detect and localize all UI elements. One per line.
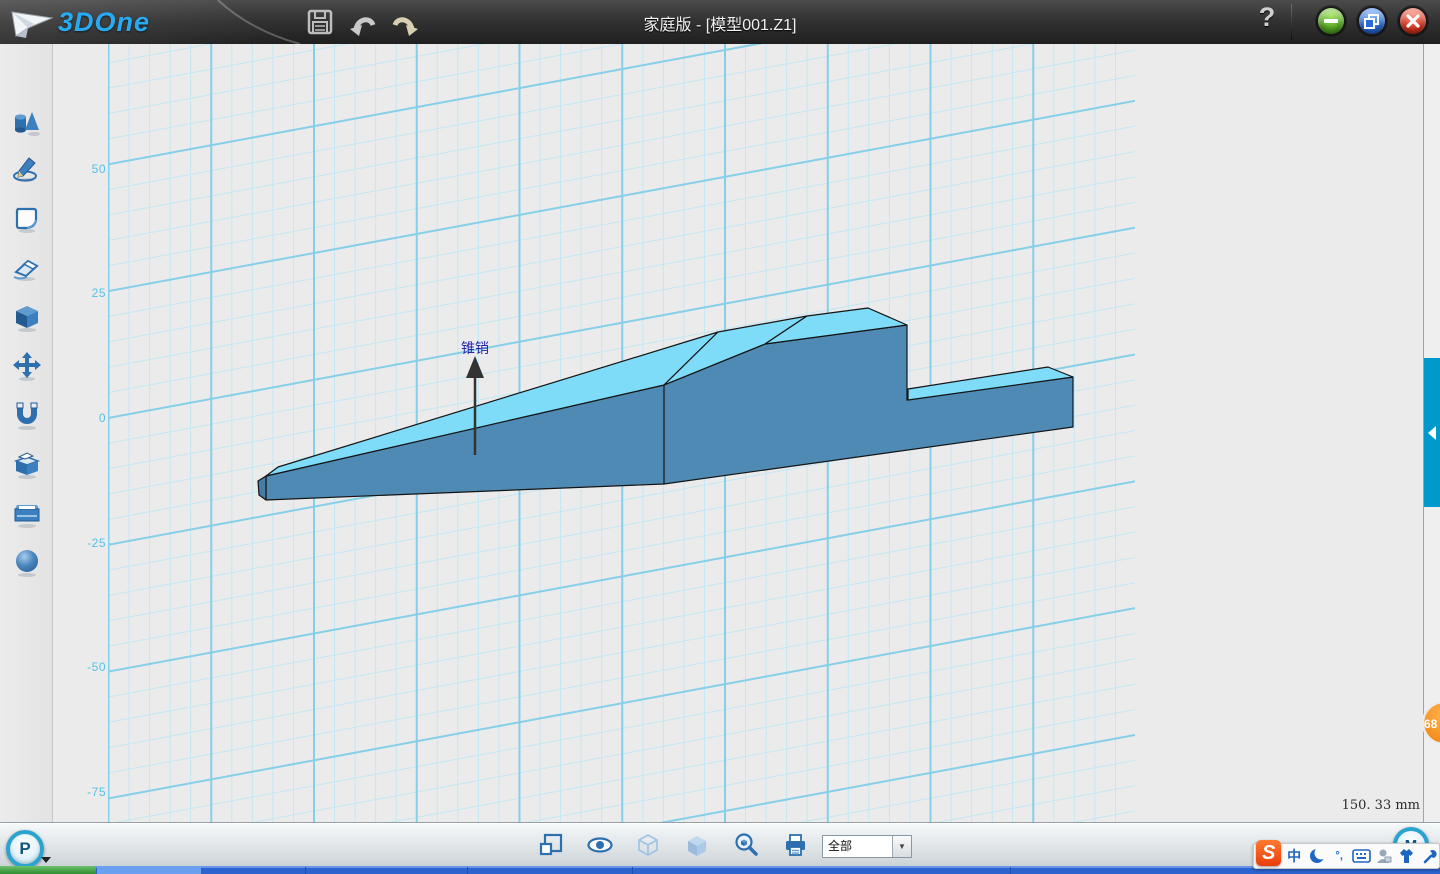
minimize-icon: [1318, 8, 1344, 34]
app-window: 3DOne 家庭版 - [模型001.Z1] ?: [0, 0, 1440, 874]
taskbar-separator: [305, 867, 306, 874]
combobox-dropdown-button[interactable]: ▼: [892, 836, 911, 857]
ruler-label: 50: [72, 162, 106, 176]
filter-combobox[interactable]: 全部 ▼: [822, 835, 912, 858]
ime-toolbar: S 中 °,: [1253, 843, 1440, 869]
punctuation-toggle[interactable]: °,: [1329, 846, 1349, 866]
sketch-draw-icon[interactable]: [11, 154, 41, 188]
wireframe-cube-icon[interactable]: [635, 832, 661, 858]
user-dict-icon[interactable]: [1374, 846, 1394, 866]
settings-wrench-icon[interactable]: [1419, 846, 1439, 866]
toolbox-icon[interactable]: [11, 497, 41, 531]
magnet-align-icon[interactable]: [11, 399, 41, 433]
title-bar[interactable]: 3DOne 家庭版 - [模型001.Z1] ?: [0, 0, 1440, 45]
profile-badge[interactable]: P: [6, 830, 44, 868]
badge-count: 68: [1424, 717, 1438, 731]
restore-icon: [1359, 8, 1385, 34]
sketch-edit-icon[interactable]: [11, 252, 41, 286]
shaded-cube-icon[interactable]: [684, 832, 710, 858]
profile-caret-icon[interactable]: [41, 857, 51, 863]
moon-icon[interactable]: [1307, 846, 1327, 866]
notification-badge[interactable]: 68: [1418, 700, 1440, 746]
soft-keyboard-icon[interactable]: [1352, 846, 1372, 866]
bottom-toolbar: P: [0, 822, 1440, 867]
viewport[interactable]: 50 25 0 -25 -50 -75 i3DOne.com 锥销 150. 3…: [52, 44, 1440, 822]
chevron-left-icon: [1428, 426, 1436, 440]
titlebar-separator: [1291, 4, 1292, 40]
visibility-eye-icon[interactable]: [587, 832, 613, 858]
sogou-logo-icon[interactable]: S: [1256, 840, 1281, 866]
print-icon[interactable]: [782, 832, 808, 858]
scale-readout: 150. 33 mm: [1328, 798, 1420, 813]
primitive-solids-icon[interactable]: [11, 106, 41, 140]
taskbar-highlight: [0, 866, 1440, 868]
ruler-label: 25: [72, 286, 106, 300]
close-button[interactable]: [1397, 5, 1429, 37]
taskbar-separator: [632, 867, 633, 874]
move-transform-icon[interactable]: [11, 350, 41, 384]
minimize-button[interactable]: [1315, 5, 1347, 37]
combine-box-icon[interactable]: [11, 448, 41, 482]
taskbar-separator: [1010, 867, 1011, 874]
sidebar: [0, 44, 53, 822]
taskbar-separator: [467, 867, 468, 874]
windows-taskbar[interactable]: [0, 866, 1440, 874]
zoom-search-icon[interactable]: [733, 832, 759, 858]
surface-icon[interactable]: [11, 203, 41, 237]
window-title: 家庭版 - [模型001.Z1]: [0, 11, 1440, 35]
ruler-label: -75: [72, 785, 106, 799]
chevron-down-icon: ▼: [898, 842, 906, 851]
ruler-label: -50: [72, 660, 106, 674]
ruler-label: 0: [72, 411, 106, 425]
help-button[interactable]: ?: [1252, 2, 1282, 40]
ruler-label: -25: [72, 536, 106, 550]
start-button[interactable]: [0, 866, 96, 874]
feature-cube-icon[interactable]: [11, 301, 41, 335]
skin-tshirt-icon[interactable]: [1397, 846, 1417, 866]
view-plane-icon[interactable]: [538, 832, 564, 858]
panel-expand-tab[interactable]: [1424, 358, 1440, 507]
restore-button[interactable]: [1356, 5, 1388, 37]
close-icon: [1400, 8, 1426, 34]
quick-launch[interactable]: [97, 866, 201, 874]
ime-language-toggle[interactable]: 中: [1284, 846, 1304, 866]
material-sphere-icon[interactable]: [11, 546, 41, 580]
filter-combobox-value: 全部: [823, 836, 892, 857]
